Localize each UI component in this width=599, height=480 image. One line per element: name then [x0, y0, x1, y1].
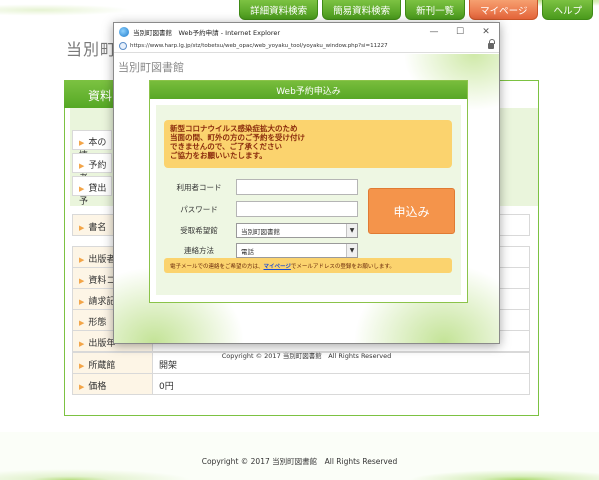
triangle-icon: ▶ [79, 340, 85, 348]
pickup-library-row: 受取希望館 当別町図書館 ▼ [166, 223, 358, 238]
pickup-library-label: 受取希望館 [180, 226, 218, 235]
close-icon[interactable]: ✕ [473, 23, 499, 40]
contact-method-label: 連絡方法 [184, 246, 214, 255]
mypage-link[interactable]: マイページ [264, 264, 291, 270]
triangle-icon: ▶ [79, 162, 85, 170]
user-code-label: 利用者コード [176, 182, 222, 192]
triangle-icon: ▶ [79, 298, 85, 306]
triangle-icon: ▶ [79, 256, 85, 264]
password-input[interactable] [236, 201, 358, 217]
maximize-icon[interactable]: ☐ [447, 23, 473, 40]
nav-help[interactable]: ヘルプ [542, 0, 593, 20]
popup-body: 当別町図書館 Web予約申込み 新型コロナウイルス感染症拡大のため 当面の間、町… [114, 54, 499, 360]
notice-line: 当面の間、町外の方のご予約を受け付け [170, 133, 305, 142]
email-notice: 電子メールでの連絡をご希望の方は、マイページでメールアドレスの登録をお願いします… [164, 258, 452, 273]
site-globe-icon [119, 42, 127, 50]
triangle-icon: ▶ [79, 319, 85, 327]
nav-mypage[interactable]: マイページ [469, 0, 539, 20]
row-value: 0円 [159, 382, 174, 392]
form-inner: 新型コロナウイルス感染症拡大のため 当面の間、町外の方のご予約を受け付け できま… [156, 105, 461, 295]
row-key: 請求記 [88, 297, 116, 307]
triangle-icon: ▶ [79, 185, 85, 193]
password-row: パスワード [166, 201, 358, 217]
row-key: 所蔵館 [88, 361, 116, 371]
covid-notice: 新型コロナウイルス感染症拡大のため 当面の間、町外の方のご予約を受け付け できま… [164, 120, 452, 168]
chevron-down-icon[interactable]: ▼ [346, 224, 357, 237]
triangle-icon: ▶ [79, 383, 85, 391]
reservation-popup-window: 当別町図書館 Web予約申請 - Internet Explorer — ☐ ✕… [113, 22, 500, 360]
email-notice-text: でメールアドレスの登録をお願いします。 [290, 264, 395, 270]
row-key: 出版者 [88, 255, 116, 265]
row-key: 出版年 [88, 339, 116, 349]
notice-line: できませんので、ご了承ください [170, 142, 282, 151]
email-notice-text: 電子メールでの連絡をご希望の方は、 [170, 264, 264, 270]
pickup-library-select[interactable]: 当別町図書館 ▼ [236, 223, 358, 238]
internet-explorer-icon [119, 26, 129, 37]
submit-reservation-button[interactable]: 申込み [368, 188, 455, 234]
contact-method-row: 連絡方法 電話 ▼ [166, 243, 358, 258]
form-title: Web予約申込み [150, 81, 467, 99]
reservation-form-panel: Web予約申込み 新型コロナウイルス感染症拡大のため 当面の間、町外の方のご予約… [149, 80, 468, 303]
contact-method-value: 電話 [241, 247, 254, 256]
triangle-icon: ▶ [79, 362, 85, 370]
contact-method-select[interactable]: 電話 ▼ [236, 243, 358, 258]
row-key: 形態 [88, 318, 107, 328]
triangle-icon: ▶ [79, 139, 85, 147]
chevron-down-icon[interactable]: ▼ [346, 244, 357, 257]
lock-icon[interactable] [488, 39, 495, 49]
user-code-row: 利用者コード [166, 179, 358, 195]
page-footer: Copyright © 2017 当別町図書館 All Rights Reser… [201, 457, 398, 466]
pickup-library-value: 当別町図書館 [241, 227, 280, 236]
link-book-info[interactable]: ▶本の情 [72, 130, 112, 161]
link-reservations[interactable]: ▶予約者 [72, 153, 112, 184]
triangle-icon: ▶ [79, 224, 85, 232]
nav-simple-search[interactable]: 簡易資料検索 [322, 0, 402, 20]
triangle-icon: ▶ [79, 277, 85, 285]
notice-line: ご協力をお願いいたします。 [170, 151, 267, 160]
row-key: 価格 [88, 382, 107, 392]
minimize-icon[interactable]: — [421, 23, 447, 40]
password-label: パスワード [180, 204, 218, 214]
notice-line: 新型コロナウイルス感染症拡大のため [170, 124, 298, 133]
url-text: https://www.harp.lg.jp/stz/tobetsu/web_o… [130, 43, 388, 49]
row-key: 書名 [88, 223, 107, 233]
window-titlebar[interactable]: 当別町図書館 Web予約申請 - Internet Explorer — ☐ ✕ [114, 23, 499, 40]
popup-site-title: 当別町図書館 [118, 61, 184, 74]
nav-new-arrivals[interactable]: 新刊一覧 [405, 0, 466, 20]
address-bar[interactable]: https://www.harp.lg.jp/stz/tobetsu/web_o… [114, 39, 499, 53]
top-navigation: 詳細資料検索 簡易資料検索 新刊一覧 マイページ ヘルプ [239, 0, 593, 20]
user-code-input[interactable] [236, 179, 358, 195]
table-row: ▶ 価格 0円 [72, 373, 530, 395]
nav-advanced-search[interactable]: 詳細資料検索 [239, 0, 319, 20]
popup-footer: Copyright © 2017 当別町図書館 All Rights Reser… [221, 352, 392, 360]
row-key: 資料コ [88, 276, 116, 286]
window-title: 当別町図書館 Web予約申請 - Internet Explorer [133, 28, 281, 37]
link-loans[interactable]: ▶ 貸出予 [72, 176, 112, 207]
